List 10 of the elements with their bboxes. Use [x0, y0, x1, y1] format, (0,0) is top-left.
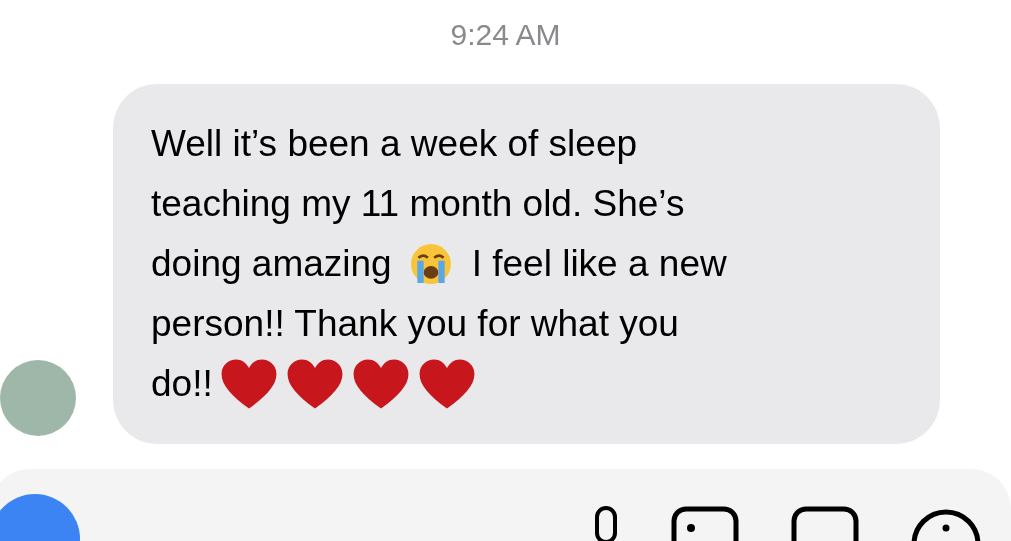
message-text: teaching my 11 month old. She’s	[151, 182, 685, 226]
message-text: do!!	[151, 362, 213, 406]
message-text: doing amazing	[151, 242, 392, 286]
image-icon[interactable]	[671, 506, 741, 541]
message-text: I feel like a new	[471, 242, 727, 286]
message-text: Well it’s been a week of sleep	[151, 122, 638, 166]
crying-face-icon	[409, 243, 452, 285]
message-timestamp: 9:24 AM	[450, 18, 561, 52]
message-text: person!! Thank you for what you	[151, 302, 679, 346]
sticker-icon[interactable]	[791, 506, 861, 541]
